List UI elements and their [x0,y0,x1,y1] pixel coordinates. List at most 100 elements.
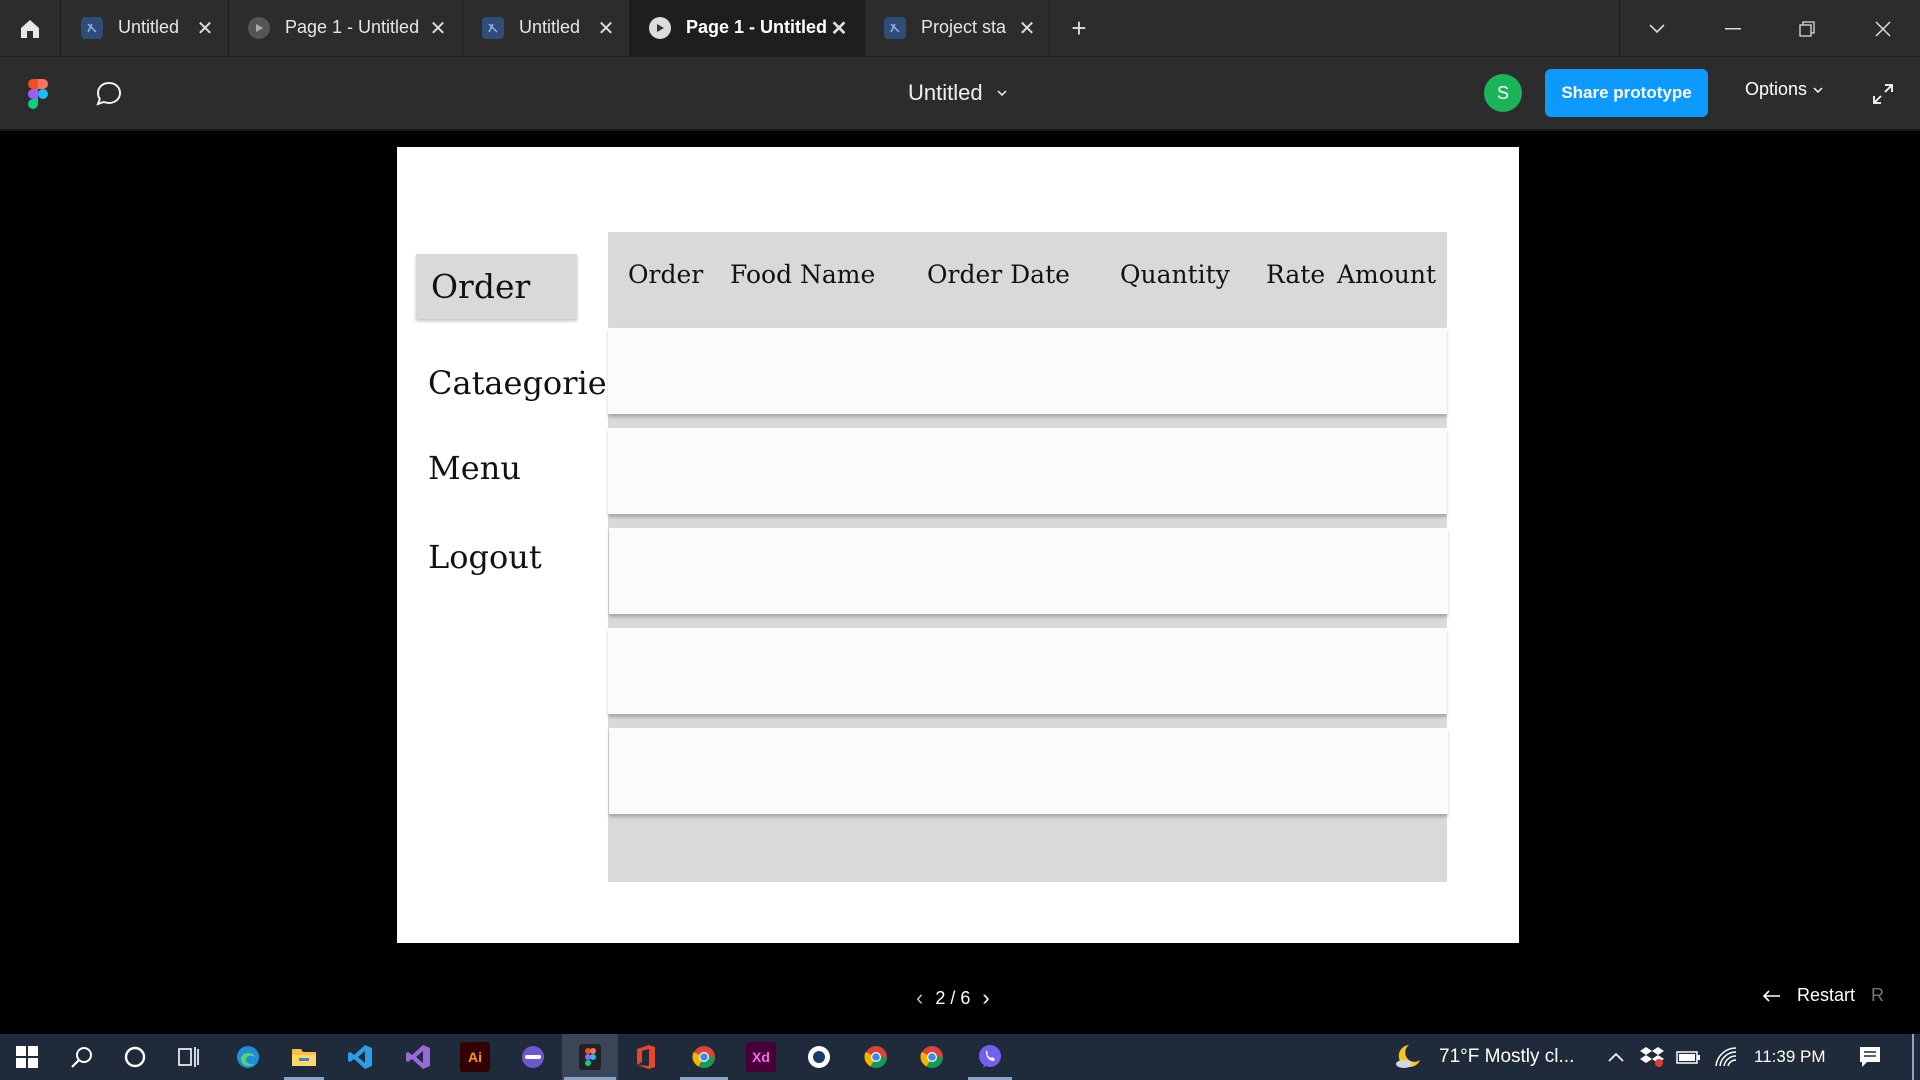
restore-button[interactable] [1777,0,1837,57]
frame-pager: ‹ 2 / 6 › [916,985,990,1011]
tab-label: Untitled [118,17,180,37]
column-header-order: Order [628,260,704,289]
figma-file-icon [482,17,504,39]
figma-file-icon [884,17,906,39]
play-icon [649,17,671,39]
arrow-left-icon [1763,989,1780,1002]
close-icon[interactable]: ✕ [195,17,215,40]
viber-icon[interactable] [974,1041,1006,1073]
minimize-button[interactable] [1703,0,1763,57]
tab-list-button[interactable] [1627,0,1687,57]
tab-untitled-1[interactable]: Untitled ✕ [62,0,229,57]
tab-page1-untitled-1[interactable]: Page 1 - Untitled ✕ [229,0,463,57]
home-button[interactable] [0,0,61,57]
figma-file-icon [81,17,103,39]
edge-icon[interactable] [232,1041,264,1073]
table-row[interactable] [608,328,1447,414]
wifi-icon[interactable] [1710,1041,1742,1073]
windows-start-icon[interactable] [11,1041,43,1073]
comment-button[interactable] [92,77,126,111]
close-icon[interactable]: ✕ [1017,17,1037,40]
table-row[interactable] [609,528,1448,614]
vscode-icon[interactable] [344,1041,376,1073]
document-title: Untitled [908,80,983,105]
show-desktop-button[interactable] [1912,1034,1914,1080]
options-label: Options [1745,79,1808,99]
chevron-down-icon [997,90,1007,96]
screen: Untitled ✕ Page 1 - Untitled ✕ Untitled … [0,0,1920,1080]
share-prototype-button[interactable]: Share prototype [1545,69,1708,117]
restart-button[interactable]: Restart R [1763,985,1884,1006]
chrome-icon[interactable] [688,1041,720,1073]
sidebar-item-menu[interactable]: Menu [428,449,521,487]
app-circle-icon[interactable] [803,1041,835,1073]
chevron-right-icon[interactable]: › [982,985,989,1011]
minimize-icon [1725,27,1741,29]
restart-label: Restart [1797,985,1856,1005]
notification-icon[interactable] [1854,1041,1886,1073]
tab-label: Page 1 - Untitled [285,17,420,37]
close-icon[interactable]: ✕ [428,17,448,40]
restore-icon [1799,20,1815,37]
illustrator-icon[interactable]: Ai [460,1042,490,1072]
chevron-left-icon[interactable]: ‹ [916,985,923,1011]
document-title-menu[interactable]: Untitled [908,80,1007,106]
tab-label: Untitled [519,17,581,37]
xd-icon[interactable]: Xd [746,1042,776,1072]
sidebar-item-order[interactable]: Order [416,254,577,319]
pager-label: 2 / 6 [935,987,971,1008]
cortana-icon[interactable] [119,1041,151,1073]
tab-bar: Untitled ✕ Page 1 - Untitled ✕ Untitled … [0,0,1920,57]
table-row[interactable] [609,728,1448,814]
divider [1619,0,1620,57]
column-header-rate: Rate [1266,260,1326,289]
task-view-icon[interactable] [172,1041,204,1073]
avatar[interactable]: S [1484,74,1522,112]
office-icon[interactable] [630,1041,662,1073]
clock[interactable]: 11:39 PM [1754,1047,1826,1067]
tab-project-sta[interactable]: Project sta ✕ [865,0,1050,57]
close-icon[interactable]: ✕ [596,17,616,40]
file-explorer-icon[interactable] [288,1041,320,1073]
expand-icon [1873,84,1893,104]
close-icon [1875,20,1891,37]
table-row[interactable] [608,428,1447,514]
restart-shortcut: R [1871,985,1885,1005]
comment-icon [96,81,122,106]
column-header-quantity: Quantity [1120,260,1230,289]
options-button[interactable]: Options [1745,79,1823,100]
battery-icon[interactable] [1673,1041,1705,1073]
visual-studio-icon[interactable] [402,1041,434,1073]
tab-page1-untitled-active[interactable]: Page 1 - Untitled ✕ [630,0,865,57]
chrome-icon[interactable] [916,1041,948,1073]
prototype-toolbar: Untitled S Share prototype Options [0,57,1920,131]
sidebar-item-logout[interactable]: Logout [428,538,542,576]
sidebar-item-categories[interactable]: Cataegories [428,364,623,402]
column-header-food-name: Food Name [730,260,876,289]
weather-icon[interactable] [1392,1041,1424,1073]
column-header-order-date: Order Date [927,260,1070,289]
tab-label: Project sta [921,17,1007,37]
close-icon[interactable]: ✕ [829,17,849,40]
home-icon [21,19,39,38]
new-tab-button[interactable]: + [1063,12,1095,44]
search-icon[interactable] [66,1041,98,1073]
chevron-down-icon [1813,86,1823,93]
table-row[interactable] [608,628,1447,714]
figma-logo-icon[interactable] [28,79,48,109]
play-icon [248,17,270,39]
close-window-button[interactable] [1853,0,1913,57]
chevron-down-icon [1649,23,1665,33]
weather-text[interactable]: 71°F Mostly cl... [1439,1046,1574,1068]
chevron-up-icon[interactable] [1600,1041,1632,1073]
tab-untitled-2[interactable]: Untitled ✕ [463,0,630,57]
prototype-frame: Order Cataegories Menu Logout Order Food… [397,147,1519,943]
chrome-icon[interactable] [860,1041,892,1073]
taskbar: Ai Xd 71°F Mostly cl... 11:39 PM [0,1034,1920,1080]
column-header-amount: Amount [1337,260,1437,289]
dropbox-icon[interactable] [1636,1041,1668,1073]
fullscreen-button[interactable] [1868,79,1898,109]
tab-label: Page 1 - Untitled [686,17,828,37]
app-icon[interactable] [517,1041,549,1073]
figma-icon[interactable] [574,1041,606,1073]
